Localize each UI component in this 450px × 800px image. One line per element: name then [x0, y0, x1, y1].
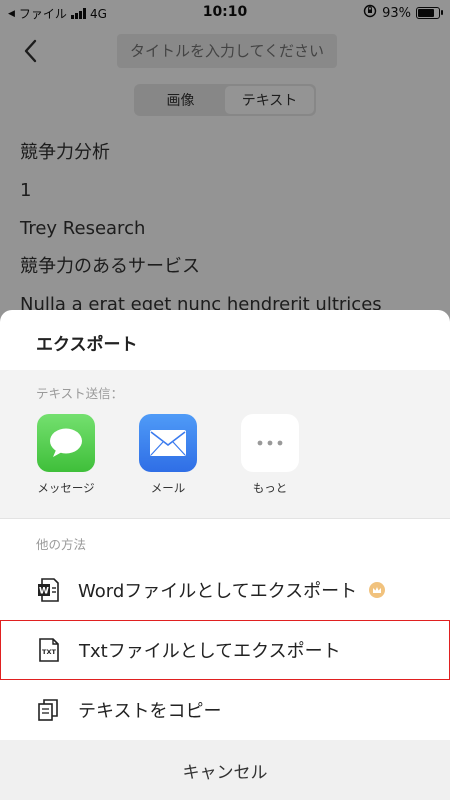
share-panel: テキスト送信： メッセージ メール もっと: [0, 370, 450, 519]
txt-file-icon: TXT: [37, 638, 61, 662]
sheet-title: エクスポート: [36, 335, 138, 355]
export-word-option[interactable]: W Wordファイルとしてエクスポート: [0, 560, 450, 620]
share-app-more[interactable]: もっと: [225, 414, 315, 496]
export-sheet: エクスポート テキスト送信： メッセージ メール もっと 他の方法 W Word…: [0, 310, 450, 800]
share-app-messages[interactable]: メッセージ: [21, 414, 111, 496]
export-txt-label: Txtファイルとしてエクスポート: [79, 641, 341, 662]
copy-icon: [36, 698, 60, 722]
copy-text-option[interactable]: テキストをコピー: [0, 680, 450, 740]
export-word-label: Wordファイルとしてエクスポート: [78, 581, 358, 602]
other-methods-label: 他の方法: [36, 537, 87, 552]
app-label: メール: [150, 481, 186, 495]
messages-icon: [37, 414, 95, 472]
cancel-button[interactable]: キャンセル: [0, 740, 450, 800]
more-icon: [241, 414, 299, 472]
copy-text-label: テキストをコピー: [78, 701, 222, 722]
mail-icon: [139, 414, 197, 472]
app-label: もっと: [252, 481, 288, 495]
svg-text:TXT: TXT: [42, 648, 56, 656]
word-file-icon: W: [36, 578, 60, 602]
share-label: テキスト送信：: [36, 386, 124, 401]
share-app-mail[interactable]: メール: [123, 414, 213, 496]
app-label: メッセージ: [37, 481, 95, 495]
premium-crown-icon: [369, 582, 386, 598]
svg-text:W: W: [39, 587, 49, 597]
export-txt-option[interactable]: TXT Txtファイルとしてエクスポート: [0, 620, 450, 680]
